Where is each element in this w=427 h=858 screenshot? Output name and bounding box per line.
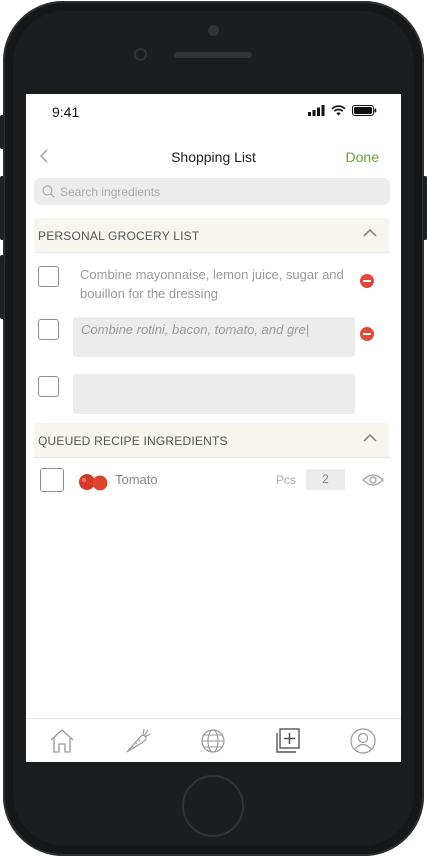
- navigation-bar: Shopping List Done: [26, 140, 401, 174]
- front-camera: [208, 25, 219, 36]
- ingredient-checkbox[interactable]: [40, 468, 64, 492]
- personal-grocery-list-header: PERSONAL GROCERY LIST: [34, 218, 389, 253]
- home-button[interactable]: [182, 775, 244, 837]
- tab-bar: [26, 718, 401, 762]
- ingredient-name: Tomato: [115, 472, 158, 487]
- tab-home[interactable]: [48, 727, 78, 755]
- eye-icon[interactable]: [362, 473, 384, 487]
- tab-ingredients[interactable]: [124, 727, 154, 755]
- power-button: [423, 176, 427, 240]
- tab-explore[interactable]: [199, 727, 229, 755]
- section-title: QUEUED RECIPE INGREDIENTS: [38, 434, 228, 448]
- grocery-item-new: [34, 374, 389, 414]
- chevron-up-icon[interactable]: [363, 433, 377, 443]
- home-icon: [50, 729, 74, 753]
- tab-shopping-list[interactable]: [274, 727, 304, 755]
- status-bar: 9:41: [26, 94, 401, 128]
- grocery-item-editing: Combine rotini, bacon, tomato, and gre|: [34, 317, 389, 357]
- app-screen: 9:41 Shopping List Done Search ingredien…: [26, 94, 401, 762]
- proximity-sensor: [134, 48, 147, 61]
- profile-icon: [350, 728, 376, 754]
- quantity-field[interactable]: 2: [306, 469, 345, 490]
- item-checkbox[interactable]: [38, 376, 59, 397]
- tomato-icon: [79, 474, 108, 491]
- search-input[interactable]: [60, 178, 380, 205]
- status-icons: [308, 103, 377, 117]
- remove-icon[interactable]: [360, 274, 374, 288]
- section-title: PERSONAL GROCERY LIST: [38, 229, 200, 243]
- tab-profile[interactable]: [349, 727, 379, 755]
- volume-down-button: [0, 255, 4, 319]
- chevron-up-icon[interactable]: [363, 228, 377, 238]
- grocery-item: Combine mayonnaise, lemon juice, sugar a…: [34, 264, 389, 308]
- done-button[interactable]: Done: [346, 149, 379, 165]
- signal-icon: [308, 104, 325, 116]
- battery-icon: [352, 104, 377, 116]
- item-checkbox[interactable]: [38, 319, 59, 340]
- new-item-input[interactable]: [73, 374, 355, 414]
- item-checkbox[interactable]: [38, 266, 59, 287]
- item-input-text: Combine rotini, bacon, tomato, and gre|: [81, 322, 310, 337]
- volume-up-button: [0, 176, 4, 240]
- search-bar: [34, 178, 390, 205]
- add-to-list-icon: [276, 728, 300, 753]
- globe-icon: [201, 729, 225, 753]
- remove-icon[interactable]: [360, 327, 374, 341]
- search-icon: [42, 185, 55, 198]
- wifi-icon: [331, 104, 346, 115]
- item-text: Combine mayonnaise, lemon juice, sugar a…: [80, 267, 344, 301]
- ingredient-row: Tomato Pcs 2: [34, 466, 389, 494]
- queued-recipe-ingredients-header: QUEUED RECIPE INGREDIENTS: [34, 423, 389, 458]
- earpiece-speaker: [174, 52, 252, 58]
- item-text-input[interactable]: Combine rotini, bacon, tomato, and gre|: [73, 317, 355, 357]
- unit-label: Pcs: [276, 473, 297, 487]
- status-time: 9:41: [52, 104, 80, 120]
- carrot-icon: [126, 728, 151, 753]
- mute-switch: [0, 115, 4, 149]
